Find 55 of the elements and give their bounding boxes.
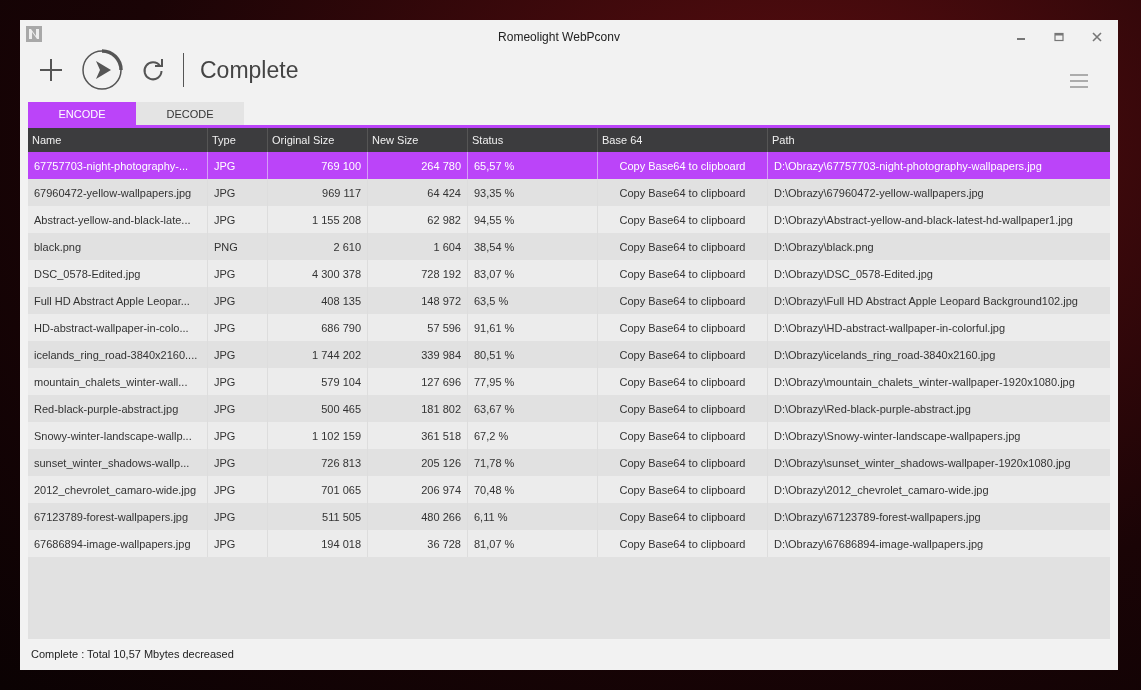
copy-base64-link[interactable]: Copy Base64 to clipboard: [619, 348, 746, 361]
table-row[interactable]: 67686894-image-wallpapers.jpg JPG 194 018 36 728 81,07 % Copy Base64 to clipboard D:\Obrazy\67686894-image-wallpapers.jpg: [28, 530, 1110, 557]
close-icon[interactable]: [1092, 32, 1102, 42]
copy-base64-link[interactable]: Copy Base64 to clipboard: [619, 294, 746, 307]
copy-base64-link[interactable]: Copy Base64 to clipboard: [619, 456, 746, 469]
table-row[interactable]: Abstract-yellow-and-black-late... JPG 1 155 208 62 982 94,55 % Copy Base64 to clipboard D:\Obrazy\Abstract-yellow-and-black-latest-hd-wallpaper1.jpg: [28, 206, 1110, 233]
table-row[interactable]: Snowy-winter-landscape-wallp... JPG 1 102 159 361 518 67,2 % Copy Base64 to clipboard D:\Obrazy\Snowy-winter-landscape-wallpapers.jpg: [28, 422, 1110, 449]
table-cell-text: D:\Obrazy\mountain_chalets_winter-wallpaper-1920x1080.jpg: [773, 374, 1076, 390]
status-heading: Complete: [200, 56, 299, 84]
status-bar-text: Complete : Total 10,57 Mbytes decreased: [30, 647, 235, 660]
table-cell-text: D:\Obrazy\67686894-image-wallpapers.jpg: [773, 536, 985, 552]
table-cell-text: D:\Obrazy\67757703-night-photography-wallpapers.jpg: [773, 158, 1043, 174]
refresh-icon[interactable]: [141, 58, 165, 82]
table-cell-text: D:\Obrazy\Abstract-yellow-and-black-latest-hd-wallpaper1.jpg: [773, 212, 1074, 228]
table-cell: JPG: [208, 530, 268, 557]
table-cell-text: D:\Obrazy\black.png: [773, 239, 875, 255]
maximize-icon[interactable]: [1054, 32, 1064, 42]
play-progress-icon[interactable]: [81, 49, 123, 91]
column-header[interactable]: Path: [768, 128, 1110, 152]
copy-base64-link[interactable]: Copy Base64 to clipboard: [619, 429, 746, 442]
table-cell-text: D:\Obrazy\2012_chevrolet_camaro-wide.jpg: [773, 482, 990, 498]
table-cell: 36 728: [368, 530, 468, 557]
table-cell-text: D:\Obrazy\67960472-yellow-wallpapers.jpg: [773, 185, 985, 201]
table-row[interactable]: HD-abstract-wallpaper-in-colo... JPG 686 790 57 596 91,61 % Copy Base64 to clipboard D:\Obrazy\HD-abstract-wallpaper-in-colorful.jpg: [28, 314, 1110, 341]
tab[interactable]: ENCODE: [28, 102, 136, 125]
tab[interactable]: DECODE: [136, 102, 244, 125]
copy-base64-link[interactable]: Copy Base64 to clipboard: [619, 267, 746, 280]
table-cell-text: D:\Obrazy\67123789-forest-wallpapers.jpg: [773, 509, 982, 525]
table-cell-text: D:\Obrazy\DSC_0578-Edited.jpg: [773, 266, 934, 282]
table-cell: 67686894-image-wallpapers.jpg: [28, 530, 208, 557]
table-cell-text: D:\Obrazy\Full HD Abstract Apple Leopard Background102.jpg: [773, 293, 1079, 309]
table-cell-text: D:\Obrazy\icelands_ring_road-3840x2160.jpg: [773, 347, 997, 363]
table-row[interactable]: 67757703-night-photography-... JPG 769 100 264 780 65,57 % Copy Base64 to clipboard D:\Obrazy\67757703-night-photography-wallpapers.jpg: [28, 152, 1110, 179]
table-cell: 194 018: [268, 530, 368, 557]
copy-base64-link[interactable]: Copy Base64 to clipboard: [619, 240, 746, 253]
app-logo-icon: [26, 26, 42, 42]
copy-base64-link[interactable]: Copy Base64 to clipboard: [619, 537, 746, 550]
table-cell-text: D:\Obrazy\sunset_winter_shadows-wallpaper-1920x1080.jpg: [773, 455, 1072, 471]
table-cell-text: D:\Obrazy\Red-black-purple-abstract.jpg: [773, 401, 972, 417]
copy-base64-link[interactable]: Copy Base64 to clipboard: [619, 375, 746, 388]
table-row[interactable]: mountain_chalets_winter-wall... JPG 579 104 127 696 77,95 % Copy Base64 to clipboard D:\Obrazy\mountain_chalets_winter-wallpaper-1920x1080.jpg: [28, 368, 1110, 395]
window-title: Romeolight WebPconv: [497, 30, 621, 44]
copy-base64-link[interactable]: Copy Base64 to clipboard: [619, 321, 746, 334]
table-cell-text: D:\Obrazy\HD-abstract-wallpaper-in-colorful.jpg: [773, 320, 1007, 336]
table-row[interactable]: DSC_0578-Edited.jpg JPG 4 300 378 728 192 83,07 % Copy Base64 to clipboard D:\Obrazy\DSC_0578-Edited.jpg: [28, 260, 1110, 287]
table-cell-text: D:\Obrazy\Snowy-winter-landscape-wallpapers.jpg: [773, 428, 1022, 444]
copy-base64-link[interactable]: Copy Base64 to clipboard: [619, 483, 746, 496]
table-row[interactable]: 2012_chevrolet_camaro-wide.jpg JPG 701 065 206 974 70,48 % Copy Base64 to clipboard D:\Obrazy\2012_chevrolet_camaro-wide.jpg: [28, 476, 1110, 503]
copy-base64-link[interactable]: Copy Base64 to clipboard: [619, 402, 746, 415]
copy-base64-link[interactable]: Copy Base64 to clipboard: [619, 510, 746, 523]
copy-base64-link[interactable]: Copy Base64 to clipboard: [619, 213, 746, 226]
add-icon[interactable]: [39, 58, 63, 82]
copy-base64-link[interactable]: Copy Base64 to clipboard: [619, 159, 746, 172]
copy-base64-link[interactable]: Copy Base64 to clipboard: [619, 186, 746, 199]
table-cell: 81,07 %: [468, 530, 598, 557]
